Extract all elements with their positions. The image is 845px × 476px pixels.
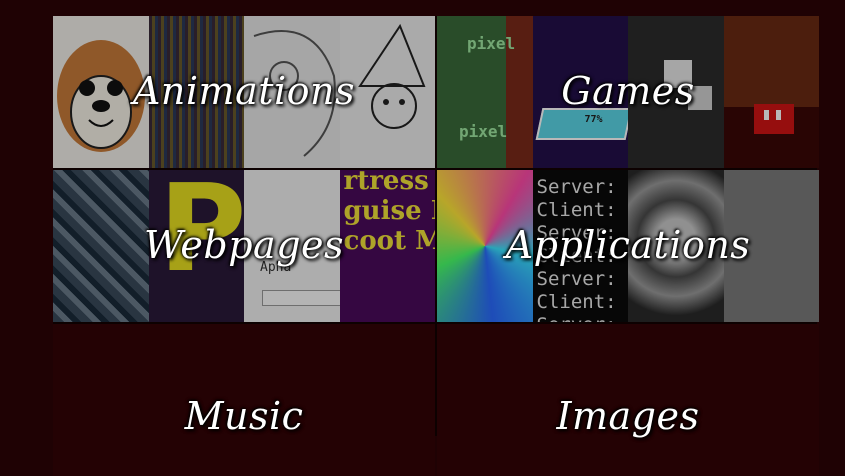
tile-label: Images — [556, 394, 700, 438]
webpages-tile-shade — [53, 170, 435, 322]
tile-games[interactable]: pixel pixel 77% Games — [437, 16, 819, 168]
animations-tile-shade — [53, 16, 435, 168]
tile-applications[interactable]: Server: Client: Server: Client: Server: … — [437, 170, 819, 322]
games-tile-shade — [437, 16, 819, 168]
tile-webpages[interactable]: P Apha rtress guise Ki coot Mo Webpages — [53, 170, 435, 322]
applications-tile-shade — [437, 170, 819, 322]
tile-animations[interactable]: Animations — [53, 16, 435, 168]
tile-label: Music — [184, 394, 304, 438]
category-grid: Animations pixel pixel 77% Games P Apha … — [53, 16, 819, 476]
tile-music[interactable]: Music — [53, 324, 435, 476]
tile-images[interactable]: Images — [437, 324, 819, 476]
